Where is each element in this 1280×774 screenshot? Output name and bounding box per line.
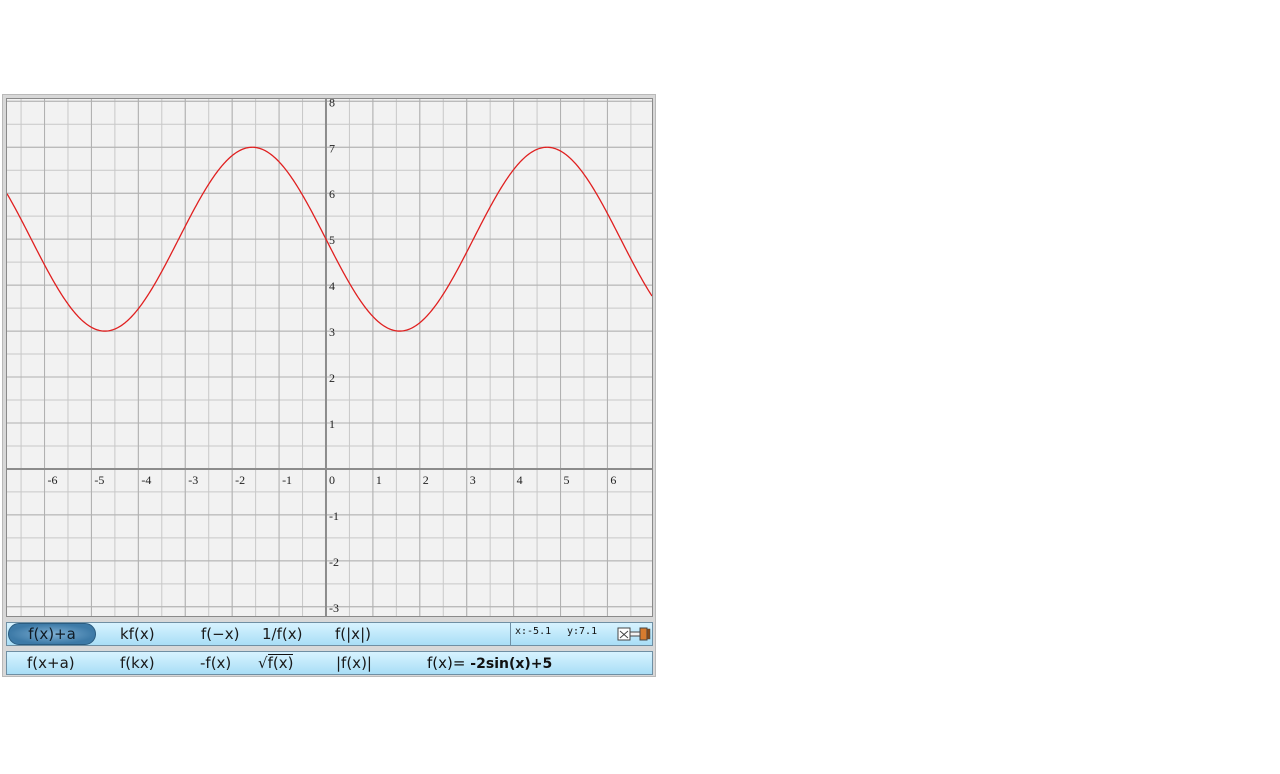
x-tick-label: 0	[329, 473, 335, 487]
reflect-y-button[interactable]: -f(x)	[200, 652, 231, 674]
y-tick-label: 5	[329, 233, 335, 247]
y-tick-label: 3	[329, 325, 335, 339]
formula-expression: -2sin(x)+5	[465, 656, 553, 672]
y-tick-label: 4	[329, 279, 335, 293]
y-tick-label: -3	[329, 601, 339, 615]
transform-toolbar-bottom: f(x+a) f(kx) -f(x) √f(x) |f(x)| f(x)= -2…	[6, 651, 653, 675]
function-graph[interactable]: -6 -5 -4 -3 -2 -1 0 1 2 3 4 5 6 8 7 6 5 4 3 2 1 -1 -2 -3	[7, 99, 652, 616]
y-tick-label: 2	[329, 371, 335, 385]
x-tick-label: -5	[94, 473, 104, 487]
x-tick-label: -3	[188, 473, 198, 487]
graph-plot-area[interactable]: -6 -5 -4 -3 -2 -1 0 1 2 3 4 5 6 8 7 6 5 4 3 2 1 -1 -2 -3	[6, 98, 653, 617]
reciprocal-button[interactable]: 1/f(x)	[262, 623, 302, 645]
shift-y-button[interactable]: f(x)+a	[8, 623, 96, 645]
shift-x-button[interactable]: f(x+a)	[27, 652, 75, 674]
scale-y-button[interactable]: kf(x)	[120, 623, 155, 645]
current-formula: f(x)= -2sin(x)+5	[427, 652, 552, 674]
abs-button[interactable]: |f(x)|	[336, 652, 372, 674]
x-tick-label: -2	[235, 473, 245, 487]
x-tick-label: 1	[376, 473, 382, 487]
sqrt-button[interactable]: √f(x)	[258, 652, 294, 674]
y-tick-label: 8	[329, 99, 335, 109]
y-tick-label: 6	[329, 187, 335, 201]
x-tick-label: 5	[564, 473, 570, 487]
graph-app-window: -6 -5 -4 -3 -2 -1 0 1 2 3 4 5 6 8 7 6 5 4 3 2 1 -1 -2 -3 f(x)+a…	[2, 94, 656, 677]
x-tick-label: -1	[282, 473, 292, 487]
y-tick-label: -1	[329, 509, 339, 523]
cursor-coordinates: x:-5.1 y:7.1	[510, 623, 613, 645]
formula-prefix: f(x)=	[427, 654, 466, 672]
sqrt-icon: √	[258, 654, 268, 672]
y-tick-label: 1	[329, 417, 335, 431]
scale-x-button[interactable]: f(kx)	[120, 652, 155, 674]
x-tick-label: -6	[48, 473, 58, 487]
eraser-tool-icon[interactable]	[617, 625, 651, 642]
x-tick-label: 2	[423, 473, 429, 487]
reflect-x-button[interactable]: f(−x)	[201, 623, 239, 645]
x-tick-label: -4	[141, 473, 151, 487]
y-tick-label: -2	[329, 555, 339, 569]
abs-x-button[interactable]: f(|x|)	[335, 623, 371, 645]
x-tick-label: 6	[610, 473, 616, 487]
cursor-x-readout: x:-5.1	[515, 626, 552, 637]
transform-toolbar-top: f(x)+a kf(x) f(−x) 1/f(x) f(|x|) x:-5.1 …	[6, 622, 653, 646]
x-tick-label: 4	[517, 473, 523, 487]
y-tick-label: 7	[329, 141, 335, 155]
sqrt-label: f(x)	[267, 654, 294, 672]
cursor-y-readout: y:7.1	[567, 626, 598, 637]
x-tick-label: 3	[470, 473, 476, 487]
